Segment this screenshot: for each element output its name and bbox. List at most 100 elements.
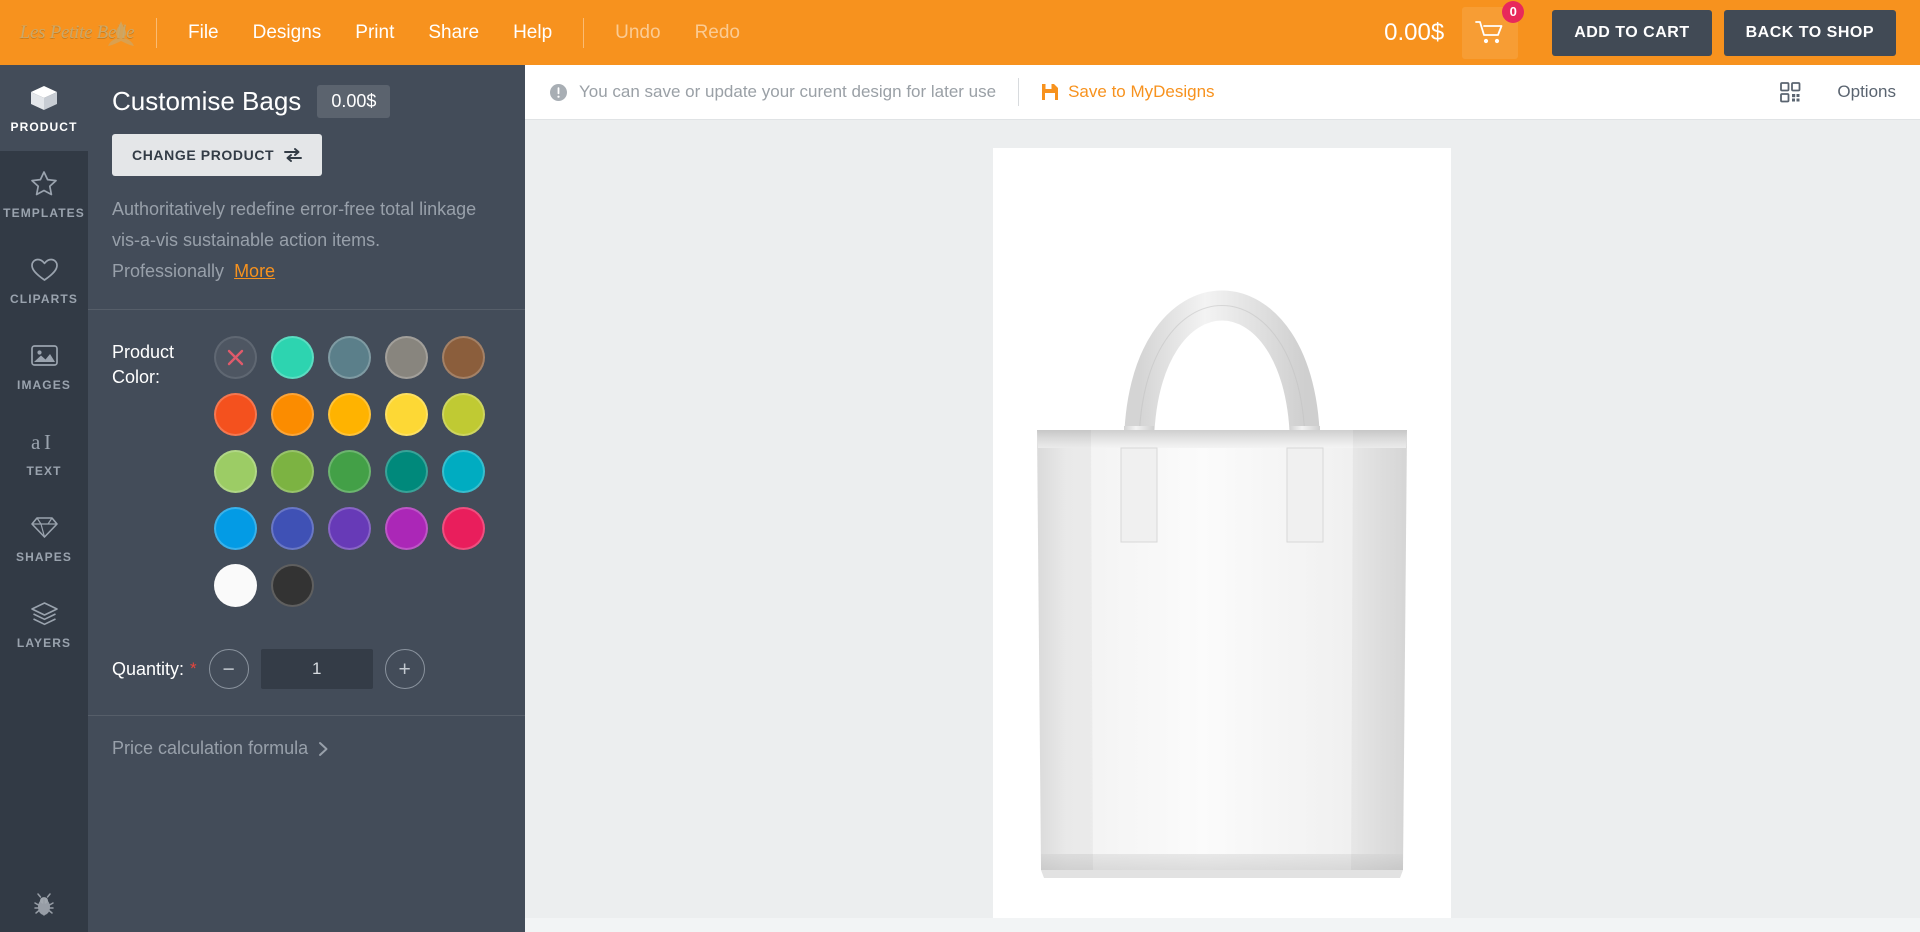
options-button[interactable]: Options [1780,82,1896,103]
panel-price-badge: 0.00$ [317,85,390,118]
svg-text:I: I [44,430,51,454]
save-to-mydesigns-label: Save to MyDesigns [1068,82,1214,102]
color-swatch-brown[interactable] [442,336,485,379]
diamond-icon [30,513,59,543]
white-tote-bag-image [993,148,1451,918]
menu-divider-left [156,18,157,48]
save-hint-text: You can save or update your curent desig… [579,82,996,102]
rail-item-layers[interactable]: LAYERS [0,581,88,667]
rail-item-text[interactable]: a I TEXT [0,409,88,495]
rail-label-product: PRODUCT [10,120,77,134]
menu-item-file[interactable]: File [171,16,236,50]
menu-item-print[interactable]: Print [338,16,411,50]
add-to-cart-button[interactable]: ADD TO CART [1552,10,1711,56]
quantity-decrease-button[interactable]: − [209,649,249,689]
rail-item-images[interactable]: IMAGES [0,323,88,409]
menu-item-share[interactable]: Share [411,16,496,50]
toolbar-divider [1018,78,1019,106]
back-to-shop-button[interactable]: BACK TO SHOP [1724,10,1896,56]
product-preview-card [993,148,1451,918]
quantity-section: Quantity: * − + [88,643,525,715]
cart-button[interactable]: 0 [1462,7,1518,59]
product-color-section: Product Color: [88,310,525,643]
product-description: Authoritatively redefine error-free tota… [112,194,501,309]
close-icon [225,347,246,368]
text-icon: a I [30,427,59,457]
design-canvas-area[interactable] [525,120,1920,932]
change-product-button[interactable]: CHANGE PRODUCT [112,134,322,176]
rail-item-product[interactable]: PRODUCT [0,65,88,151]
rail-item-templates[interactable]: TEMPLATES [0,151,88,237]
qr-grid-icon [1780,82,1801,103]
left-tool-rail: PRODUCT TEMPLATES CLIPARTS [0,65,88,932]
color-swatch-pink[interactable] [442,507,485,550]
color-swatch-cyan[interactable] [442,450,485,493]
cart-count-badge: 0 [1502,1,1524,23]
color-swatch-white[interactable] [214,564,257,607]
options-label: Options [1837,82,1896,102]
rail-label-shapes: SHAPES [16,550,72,564]
menu-item-help[interactable]: Help [496,16,569,50]
chevron-right-icon [318,741,329,757]
product-color-swatch-grid [214,336,499,621]
color-swatch-black[interactable] [271,564,314,607]
save-to-mydesigns-button[interactable]: Save to MyDesigns [1041,82,1214,102]
panel-header: Customise Bags 0.00$ CHANGE PRODUCT Auth… [88,65,525,309]
app-root: Les Petite Belle File Designs Print Shar… [0,0,1920,932]
quantity-input[interactable] [261,649,373,689]
color-swatch-teal[interactable] [385,450,428,493]
product-description-text: Authoritatively redefine error-free tota… [112,199,476,281]
price-calculation-formula-row[interactable]: Price calculation formula [88,716,525,781]
svg-text:a: a [31,430,41,454]
page-title: Customise Bags [112,86,301,117]
color-swatch-turquoise[interactable] [271,336,314,379]
redo-button[interactable]: Redo [678,16,757,50]
stage-toolbar-right: Options [1780,82,1896,103]
color-swatch-green[interactable] [271,450,314,493]
undo-button[interactable]: Undo [598,16,677,50]
rail-item-cliparts[interactable]: CLIPARTS [0,237,88,323]
top-bar-actions: 0.00$ 0 ADD TO CART BACK TO SHOP [1384,7,1920,59]
color-swatch-light-blue[interactable] [214,507,257,550]
top-bar: Les Petite Belle File Designs Print Shar… [0,0,1920,65]
star-icon [30,169,58,199]
color-swatch-amber[interactable] [328,393,371,436]
layers-icon [30,599,59,629]
color-swatch-yellow[interactable] [385,393,428,436]
color-swatch-deep-purple[interactable] [328,507,371,550]
rail-label-text: TEXT [26,464,61,478]
color-swatch-warm-grey[interactable] [385,336,428,379]
product-color-label: Product Color: [112,336,200,390]
bug-report-button[interactable] [0,892,88,918]
description-more-link[interactable]: More [234,261,275,281]
change-product-label: CHANGE PRODUCT [132,147,274,163]
color-swatch-indigo[interactable] [271,507,314,550]
rail-item-shapes[interactable]: SHAPES [0,495,88,581]
rail-label-templates: TEMPLATES [3,206,85,220]
panel-title-row: Customise Bags 0.00$ [112,85,501,118]
color-swatch-slate-blue[interactable] [328,336,371,379]
box-icon [29,83,59,113]
fleur-de-lis-ornament-icon [104,19,138,53]
bug-icon [31,892,57,918]
color-swatch-none[interactable] [214,336,257,379]
price-calculation-formula-label: Price calculation formula [112,738,308,759]
stage-footer-strip [525,918,1920,932]
brand-logo[interactable]: Les Petite Belle [12,9,142,57]
color-swatch-purple[interactable] [385,507,428,550]
shopping-cart-icon [1475,20,1505,46]
swap-arrows-icon [284,148,302,162]
color-swatch-light-green[interactable] [214,450,257,493]
info-icon [549,83,568,102]
color-swatch-orange[interactable] [271,393,314,436]
floppy-disk-icon [1041,83,1059,101]
rail-label-cliparts: CLIPARTS [10,292,78,306]
color-swatch-mid-green[interactable] [328,450,371,493]
color-swatch-lime[interactable] [442,393,485,436]
color-swatch-deep-orange[interactable] [214,393,257,436]
quantity-label: Quantity: [112,659,184,680]
menu-item-designs[interactable]: Designs [236,16,339,50]
quantity-increase-button[interactable]: + [385,649,425,689]
save-hint: You can save or update your curent desig… [549,82,996,102]
stage-toolbar: You can save or update your curent desig… [525,65,1920,120]
